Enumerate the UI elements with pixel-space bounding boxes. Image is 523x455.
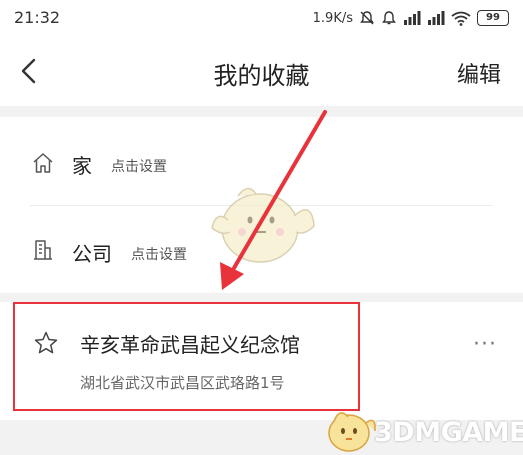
header: 我的收藏 编辑	[0, 36, 523, 106]
more-dots-icon[interactable]: ···	[473, 332, 497, 357]
place-action-home: 点击设置	[111, 159, 167, 175]
place-row-company[interactable]: 公司 点击设置	[0, 205, 523, 293]
star-icon[interactable]	[33, 330, 59, 356]
building-icon	[32, 239, 54, 261]
favorite-item[interactable]: 辛亥革命武昌起义纪念馆 湖北省武汉市武昌区武珞路1号 ···	[0, 302, 523, 420]
place-row-home[interactable]: 家 点击设置	[0, 117, 523, 205]
favorite-address: 湖北省武汉市武昌区武珞路1号	[80, 374, 285, 392]
wifi-icon	[451, 11, 471, 26]
favorites-screen: 21:32 1.9K/s 99 我的收藏 编辑 家 点击设置 公司 点击设置 辛…	[0, 0, 523, 455]
status-icons: 1.9K/s 99	[313, 8, 509, 28]
battery-icon: 99	[477, 10, 509, 26]
back-button[interactable]	[12, 54, 46, 88]
network-speed: 1.9K/s	[312, 10, 353, 26]
place-action-company: 点击设置	[131, 247, 187, 263]
mute-icon	[359, 10, 375, 26]
status-time: 21:32	[14, 8, 61, 27]
favorite-name: 辛亥革命武昌起义纪念馆	[80, 333, 300, 357]
signal-icon	[403, 11, 421, 25]
page-title: 我的收藏	[213, 62, 310, 90]
back-chevron-icon	[12, 58, 46, 92]
place-name-company: 公司	[72, 242, 112, 266]
edit-button[interactable]: 编辑	[457, 57, 501, 89]
watermark-text: 3DMGAME	[374, 417, 523, 448]
place-name-home: 家	[72, 154, 92, 178]
status-bar: 21:32 1.9K/s 99	[0, 0, 523, 36]
signal-icon-2	[427, 11, 445, 25]
common-places-card: 家 点击设置 公司 点击设置	[0, 117, 523, 293]
home-icon	[32, 152, 54, 174]
alarm-icon	[381, 10, 397, 26]
